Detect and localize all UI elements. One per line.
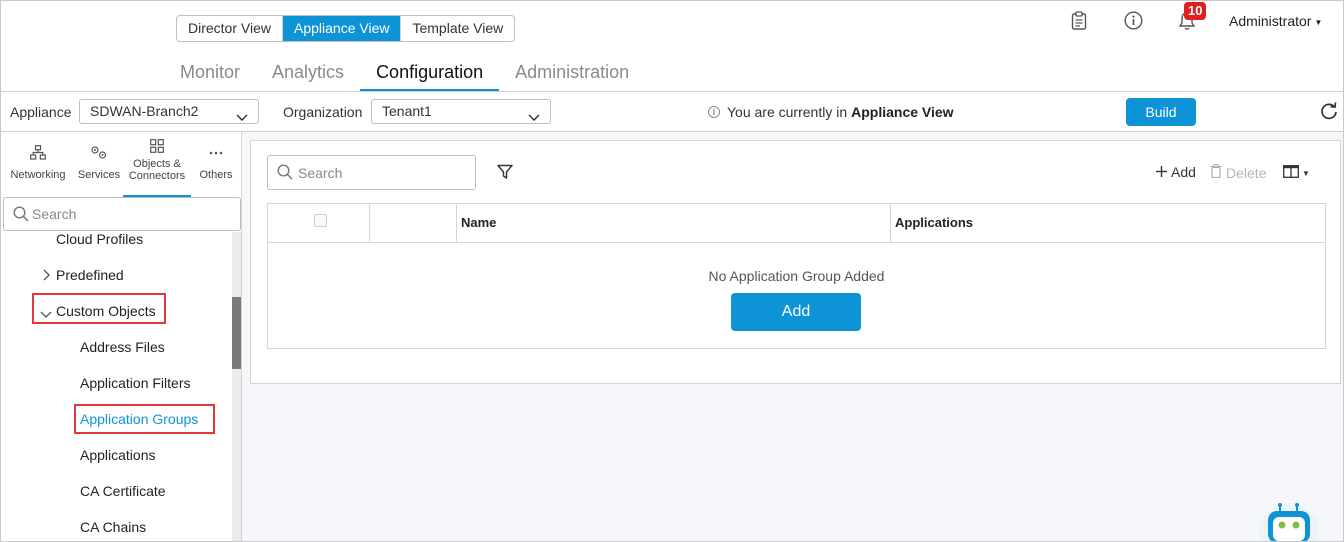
sidebar-tab-others-label: Others [199,169,233,181]
trash-icon [1210,164,1222,181]
blank-header [370,204,457,242]
grid-icon [123,139,191,156]
tab-configuration[interactable]: Configuration [360,57,500,92]
tree-item-ca-chains[interactable]: CA Chains [80,519,146,535]
sidebar-tab-services[interactable]: Services [75,132,123,197]
divider [1,91,1343,92]
template-view-button[interactable]: Template View [401,16,514,41]
sidebar: Networking Services Objects & Connectors [1,132,242,541]
select-all-checkbox[interactable] [314,214,327,227]
plus-icon [1156,164,1167,180]
tab-monitor[interactable]: Monitor [164,57,256,92]
sidebar-tab-objects-label-2: Connectors [128,170,186,182]
view-toggle: Director View Appliance View Template Vi… [176,15,516,42]
application-groups-panel: Add Delete ▼ Name Applications No Applic… [250,140,1341,384]
app-frame: Director View Appliance View Template Vi… [0,0,1344,542]
column-header-name[interactable]: Name [457,204,891,242]
notification-count-badge: 10 [1184,2,1207,20]
tab-administration[interactable]: Administration [499,57,645,92]
tree-item-predefined[interactable]: Predefined [56,267,124,283]
add-action[interactable]: Add [1156,164,1196,180]
refresh-icon[interactable] [1319,101,1339,124]
network-icon [1,145,75,163]
appliance-select[interactable]: SDWAN-Branch2 [79,99,259,124]
appliance-view-button[interactable]: Appliance View [283,16,402,41]
content-search [267,155,476,190]
sidebar-tabs: Networking Services Objects & Connectors [1,132,242,197]
sidebar-tab-networking-label: Networking [10,169,66,181]
main-nav: Monitor Analytics Configuration Administ… [164,57,645,92]
sidebar-tab-networking[interactable]: Networking [1,132,75,197]
empty-state-message: No Application Group Added [708,268,885,284]
delete-action[interactable]: Delete [1210,164,1266,181]
organization-select[interactable]: Tenant1 [371,99,551,124]
filter-icon[interactable] [497,164,513,183]
search-icon [277,164,293,183]
info-circle-icon: i [708,106,720,118]
sidebar-tab-others[interactable]: Others [191,132,241,197]
table-header: Name Applications [268,204,1325,243]
select-all-header [268,204,370,242]
build-button[interactable]: Build [1126,98,1196,126]
organization-select-value: Tenant1 [382,103,432,119]
tree-item-application-groups[interactable]: Application Groups [80,411,198,427]
chevron-down-icon [236,106,248,129]
caret-down-icon: ▼ [1302,168,1310,178]
tree-item-cloud-profiles[interactable]: Cloud Profiles [56,231,143,247]
more-dots-icon [191,145,241,163]
chatbot-icon[interactable] [1259,501,1319,541]
tree-item-custom-objects[interactable]: Custom Objects [56,303,156,319]
add-action-label: Add [1171,164,1196,180]
tree-item-applications[interactable]: Applications [80,447,156,463]
appliance-label: Appliance [10,104,72,120]
chevron-down-icon[interactable] [40,306,52,322]
sidebar-tab-services-label: Services [77,169,121,181]
appliance-select-value: SDWAN-Branch2 [90,103,199,119]
info-icon[interactable] [1122,9,1144,31]
delete-action-label: Delete [1226,164,1267,181]
sidebar-tab-objects-label-1: Objects & [133,158,181,170]
user-name: Administrator [1229,13,1312,29]
sidebar-scrollbar-track[interactable] [232,232,241,541]
organization-label: Organization [283,104,363,120]
chevron-right-icon[interactable] [42,268,50,284]
current-view-message: i You are currently in Appliance View [708,104,954,120]
tree-item-ca-certificate[interactable]: CA Certificate [80,483,166,499]
tab-analytics[interactable]: Analytics [256,57,360,92]
clipboard-icon[interactable] [1068,9,1090,31]
columns-icon [1283,165,1299,181]
director-view-button[interactable]: Director View [177,16,283,41]
current-view-prefix: You are currently in [727,104,848,120]
content-search-input[interactable] [298,165,468,181]
sidebar-scrollbar-thumb[interactable] [232,297,241,369]
sidebar-search [3,197,241,231]
column-chooser[interactable]: ▼ [1283,165,1310,181]
current-view-name: Appliance View [851,104,954,120]
sidebar-search-input[interactable] [32,206,232,222]
column-header-applications[interactable]: Applications [891,204,1325,242]
tree-item-address-files[interactable]: Address Files [80,339,165,355]
add-application-group-button[interactable]: Add [731,293,861,331]
caret-down-icon: ▼ [1314,17,1323,27]
application-groups-table: Name Applications No Application Group A… [267,203,1326,349]
chevron-down-icon [528,106,540,129]
gears-icon [75,145,123,163]
search-icon [13,206,29,225]
user-menu[interactable]: Administrator ▼ [1229,13,1322,29]
sidebar-tab-objects-connectors[interactable]: Objects & Connectors [123,132,191,197]
tree-item-application-filters[interactable]: Application Filters [80,375,191,391]
